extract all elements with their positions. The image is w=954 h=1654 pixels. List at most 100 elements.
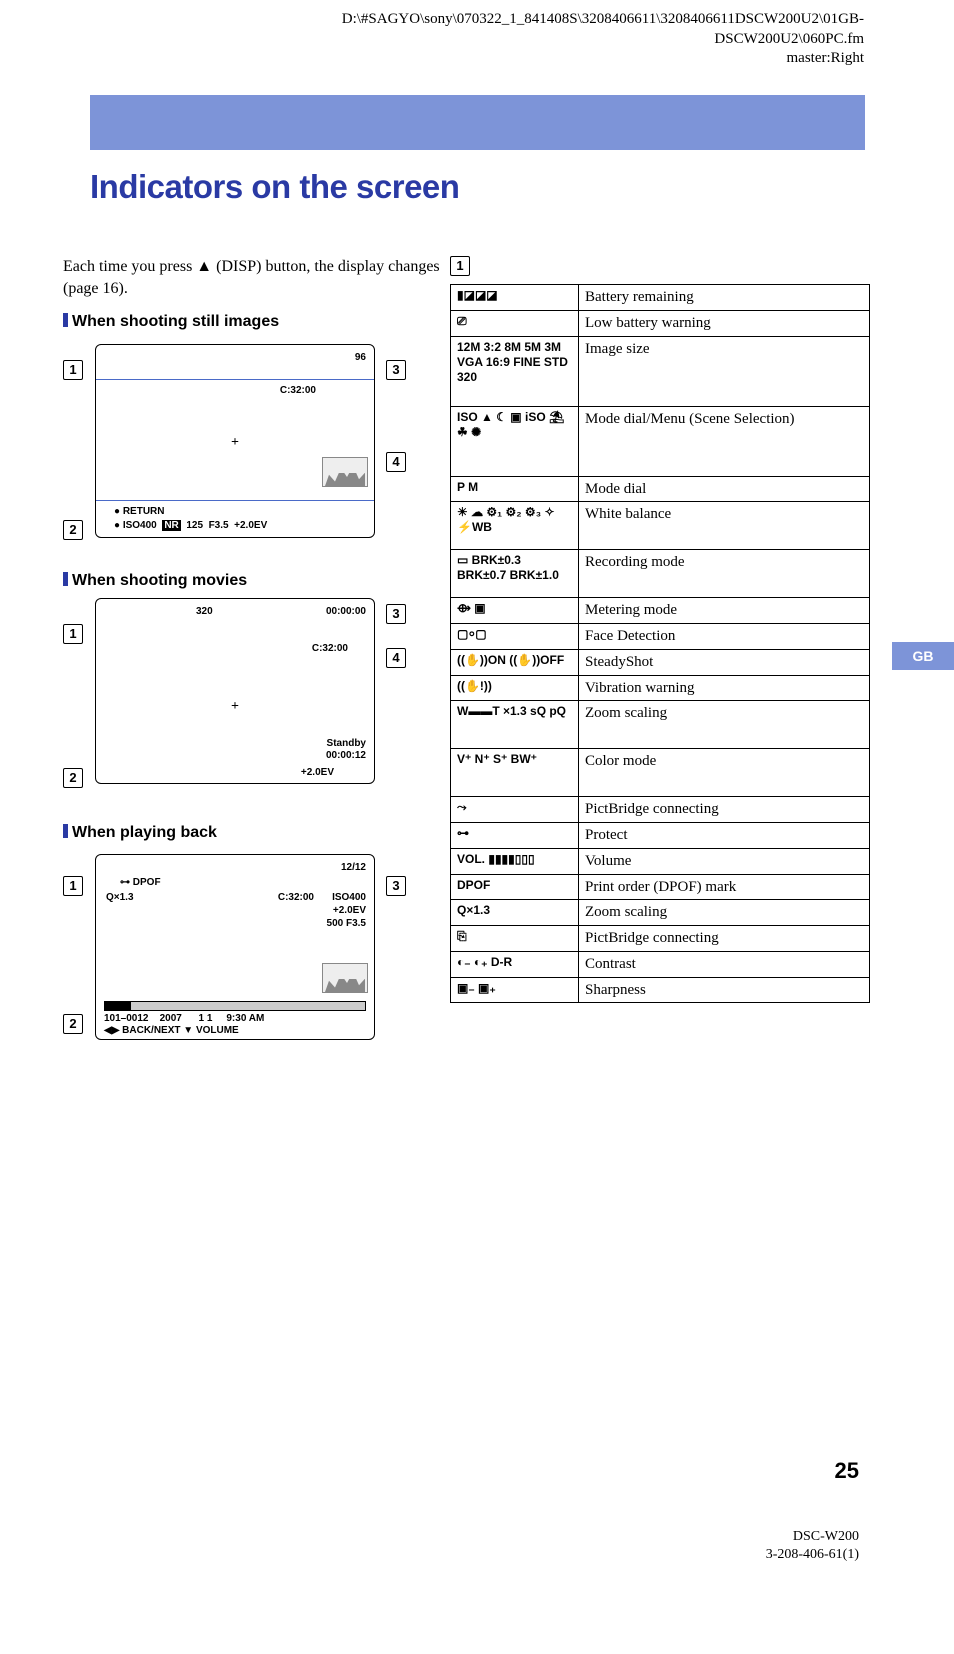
indicator-icon-cell: ☀ ☁ ⚙₁ ⚙₂ ⚙₃ ✧ ⚡WB — [451, 502, 579, 550]
table-row: ▣₋ ▣₊Sharpness — [451, 977, 870, 1003]
callout-1: 1 — [450, 256, 470, 276]
indicator-desc-cell: Print order (DPOF) mark — [579, 874, 870, 900]
table-row: ▭ BRK±0.3 BRK±0.7 BRK±1.0Recording mode — [451, 550, 870, 598]
callout-4: 4 — [386, 648, 406, 668]
table-row: VOL. ▮▮▮▮▯▯▯Volume — [451, 848, 870, 874]
callout-3: 3 — [386, 360, 406, 380]
indicator-icon-cell: ((✋))ON ((✋))OFF — [451, 649, 579, 675]
table-row: ▮◪◪◪Battery remaining — [451, 285, 870, 311]
intro-text: Each time you press ▲ (DISP) button, the… — [63, 256, 443, 299]
table-row: 12M 3:2 8M 5M 3M VGA 16:9 FINE STD 320Im… — [451, 336, 870, 406]
indicator-icon-cell: ⟴ ▣ — [451, 598, 579, 624]
diagram-playback: 12/12 ⊶ DPOF Q×1.3 C:32:00 ISO400 +2.0EV… — [95, 854, 375, 1040]
callout-4: 4 — [386, 452, 406, 472]
footer-model: DSC-W200 — [766, 1528, 859, 1546]
indicator-icon-cell: ▮◪◪◪ — [451, 285, 579, 311]
diagram-still: 96 C:32:00 + ● RETURN ● ISO400 NR 125 F3… — [95, 344, 375, 538]
heading-bar-icon — [63, 313, 68, 327]
table-row: ◐₋ ◐₊ D-RContrast — [451, 951, 870, 977]
section-heading-movies: When shooting movies — [63, 572, 247, 590]
indicator-desc-cell: Battery remaining — [579, 285, 870, 311]
indicator-desc-cell: Recording mode — [579, 550, 870, 598]
crosshair-icon: + — [231, 699, 239, 715]
indicator-desc-cell: PictBridge connecting — [579, 926, 870, 952]
indicator-icon-cell: ⤳ — [451, 797, 579, 823]
histogram-icon — [322, 457, 368, 487]
indicator-desc-cell: Protect — [579, 823, 870, 849]
callout-1: 1 — [63, 624, 83, 644]
table-row: ⟴ ▣Metering mode — [451, 598, 870, 624]
dia-selftimer: C:32:00 — [278, 892, 314, 903]
indicator-icon-cell: ((✋!)) — [451, 675, 579, 701]
indicator-icon-cell: VOL. ▮▮▮▮▯▯▯ — [451, 848, 579, 874]
dia-selftimer: C:32:00 — [312, 643, 348, 654]
table-row: ⎚Low battery warning — [451, 310, 870, 336]
callout-3: 3 — [386, 876, 406, 896]
table-row: ⊶Protect — [451, 823, 870, 849]
footer-doc: 3-208-406-61(1) — [766, 1546, 859, 1564]
indicator-desc-cell: Metering mode — [579, 598, 870, 624]
dia-ev: +2.0EV — [333, 905, 366, 916]
indicator-table-area: 1 ▮◪◪◪Battery remaining⎚Low battery warn… — [450, 256, 870, 1003]
indicator-desc-cell: Image size — [579, 336, 870, 406]
indicator-desc-cell: Mode dial — [579, 476, 870, 502]
indicator-desc-cell: SteadyShot — [579, 649, 870, 675]
indicator-icon-cell: Q×1.3 — [451, 900, 579, 926]
indicator-desc-cell: Sharpness — [579, 977, 870, 1003]
indicator-desc-cell: PictBridge connecting — [579, 797, 870, 823]
dia-standby-time: 00:00:12 — [326, 750, 366, 761]
dia-frame-count: 12/12 — [341, 862, 366, 873]
heading-bar-icon — [63, 824, 68, 838]
dia-iso: ISO400 — [332, 892, 366, 903]
file-path-line1: D:\#SAGYO\sony\070322_1_841408S\32084066… — [90, 10, 864, 30]
indicator-desc-cell: Vibration warning — [579, 675, 870, 701]
playback-progress-bar — [104, 1001, 366, 1011]
indicator-icon-cell: ⎘ — [451, 926, 579, 952]
callout-1: 1 — [63, 876, 83, 896]
indicator-desc-cell: Zoom scaling — [579, 900, 870, 926]
histogram-icon — [322, 963, 368, 993]
indicator-desc-cell: Face Detection — [579, 624, 870, 650]
indicator-desc-cell: Color mode — [579, 749, 870, 797]
table-row: ⤳PictBridge connecting — [451, 797, 870, 823]
section-heading-still-text: When shooting still images — [72, 313, 279, 330]
crosshair-icon: + — [231, 435, 239, 451]
indicator-desc-cell: Contrast — [579, 951, 870, 977]
divider — [96, 500, 374, 501]
section-heading-playback: When playing back — [63, 824, 217, 842]
table-row: W▬▬T ×1.3 sQ pQZoom scaling — [451, 701, 870, 749]
heading-bar-icon — [63, 572, 68, 586]
indicator-desc-cell: Volume — [579, 848, 870, 874]
indicator-table: ▮◪◪◪Battery remaining⎚Low battery warnin… — [450, 284, 870, 1003]
table-row: P MMode dial — [451, 476, 870, 502]
indicator-icon-cell: ⊶ — [451, 823, 579, 849]
dia-nav-hint: ◀▶ BACK/NEXT ▼ VOLUME — [104, 1025, 239, 1036]
diagram-movies: 320 00:00:00 C:32:00 + Standby 00:00:12 … — [95, 598, 375, 784]
section-heading-playback-text: When playing back — [72, 824, 217, 841]
callout-2: 2 — [63, 768, 83, 788]
page-number: 25 — [835, 1458, 859, 1484]
file-path-line2: DSCW200U2\060PC.fm — [90, 30, 864, 50]
callout-1: 1 — [63, 360, 83, 380]
indicator-icon-cell: V⁺ N⁺ S⁺ BW⁺ — [451, 749, 579, 797]
indicator-desc-cell: White balance — [579, 502, 870, 550]
table-row: ⎘PictBridge connecting — [451, 926, 870, 952]
table-row: Q×1.3Zoom scaling — [451, 900, 870, 926]
indicator-icon-cell: ▭ BRK±0.3 BRK±0.7 BRK±1.0 — [451, 550, 579, 598]
dia-movie-rectime: 00:00:00 — [326, 606, 366, 617]
dia-zoom: Q×1.3 — [106, 892, 134, 903]
dia-exposure: 500 F3.5 — [327, 918, 366, 929]
footer: DSC-W200 3-208-406-61(1) — [766, 1528, 859, 1564]
dia-dpof: ⊶ DPOF — [120, 877, 161, 888]
language-tab-gb: GB — [892, 642, 954, 670]
dia-file-row: 101–0012 2007 1 1 9:30 AM — [104, 1013, 264, 1024]
indicator-icon-cell: ▢⸰▢ — [451, 624, 579, 650]
dia-bottom-row: ● ISO400 NR 125 F3.5 +2.0EV — [114, 520, 267, 531]
indicator-icon-cell: ▣₋ ▣₊ — [451, 977, 579, 1003]
table-row: ((✋))ON ((✋))OFFSteadyShot — [451, 649, 870, 675]
indicator-icon-cell: 12M 3:2 8M 5M 3M VGA 16:9 FINE STD 320 — [451, 336, 579, 406]
table-row: ISO ▲ ☾ ▣ iSO ⛱ ☘ ✺Mode dial/Menu (Scene… — [451, 406, 870, 476]
indicator-icon-cell: ISO ▲ ☾ ▣ iSO ⛱ ☘ ✺ — [451, 406, 579, 476]
table-row: DPOFPrint order (DPOF) mark — [451, 874, 870, 900]
page-title: Indicators on the screen — [90, 168, 459, 206]
